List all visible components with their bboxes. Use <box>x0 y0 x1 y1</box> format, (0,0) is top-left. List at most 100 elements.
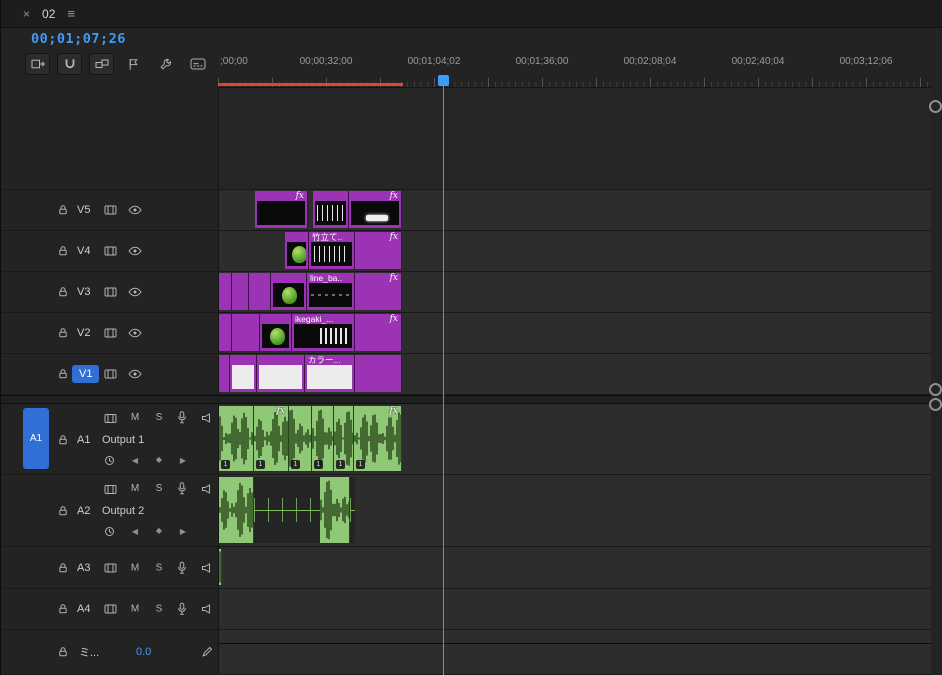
write-keyframes-pen-icon[interactable] <box>201 646 213 658</box>
sync-lock-icon[interactable] <box>104 562 117 573</box>
video-clip[interactable]: fx <box>355 232 402 269</box>
track-target-v4[interactable]: V4 <box>77 245 90 257</box>
video-clip[interactable]: fx <box>355 314 402 351</box>
track-lock-icon[interactable] <box>57 562 69 574</box>
linked-selection-button[interactable] <box>89 53 114 75</box>
show-keyframes-icon[interactable] <box>104 526 115 537</box>
scrollbar-handle-top[interactable] <box>929 100 942 113</box>
video-clip[interactable] <box>232 314 260 351</box>
toggle-track-output-icon[interactable] <box>128 369 142 379</box>
speaker-icon[interactable] <box>201 604 211 614</box>
video-clip[interactable]: 竹立て... <box>309 232 355 269</box>
next-keyframe-icon[interactable]: ▶ <box>176 456 190 465</box>
sync-lock-icon[interactable] <box>104 369 117 380</box>
track-lane-a2[interactable] <box>218 475 931 546</box>
next-keyframe-icon[interactable]: ▶ <box>176 527 190 536</box>
scrollbar-handle-video[interactable] <box>929 383 942 396</box>
sync-lock-icon[interactable] <box>104 413 117 424</box>
solo-button[interactable]: S <box>151 562 167 573</box>
video-clip[interactable] <box>219 273 232 310</box>
video-clip[interactable] <box>260 314 292 351</box>
speaker-icon[interactable] <box>201 484 211 494</box>
video-clip[interactable]: fx <box>355 273 402 310</box>
track-lock-icon[interactable] <box>57 245 69 257</box>
video-clip[interactable]: line_ba... <box>307 273 355 310</box>
sync-lock-icon[interactable] <box>104 328 117 339</box>
track-lock-icon[interactable] <box>57 646 69 658</box>
track-lock-icon[interactable] <box>57 204 69 216</box>
time-ruler[interactable]: ;00;00 00;00;32;00 00;01;04;02 00;01;36;00 0… <box>218 53 931 88</box>
video-clip[interactable] <box>232 273 249 310</box>
snap-button[interactable] <box>57 53 82 75</box>
insert-overwrite-button[interactable] <box>25 53 50 75</box>
output-assignment[interactable]: Output 2 <box>102 505 144 517</box>
audio-clip[interactable]: 1 <box>334 406 354 471</box>
video-clip[interactable] <box>313 191 349 228</box>
timeline-settings-button[interactable] <box>153 53 178 75</box>
source-patch-a1[interactable]: A1 <box>23 408 49 469</box>
mute-button[interactable]: M <box>127 412 143 423</box>
output-assignment[interactable]: Output 1 <box>102 434 144 446</box>
solo-button[interactable]: S <box>151 412 167 423</box>
audio-clip[interactable] <box>219 549 222 585</box>
toggle-track-output-icon[interactable] <box>128 328 142 338</box>
speaker-icon[interactable] <box>201 563 211 573</box>
video-clip[interactable] <box>285 232 309 269</box>
video-clip[interactable]: カラー... <box>305 355 355 392</box>
close-panel-icon[interactable]: × <box>23 7 30 21</box>
add-keyframe-icon[interactable]: ◆ <box>152 455 166 464</box>
playhead-timecode[interactable]: 00;01;07;26 <box>31 31 126 47</box>
track-lane-a4[interactable] <box>218 589 931 629</box>
voiceover-record-icon[interactable] <box>177 411 187 424</box>
sync-lock-icon[interactable] <box>104 205 117 216</box>
video-clip[interactable]: fx <box>255 191 308 228</box>
video-clip[interactable]: fx <box>349 191 402 228</box>
scrollbar-handle-audio[interactable] <box>929 398 942 411</box>
mute-button[interactable]: M <box>127 483 143 494</box>
toggle-track-output-icon[interactable] <box>128 246 142 256</box>
audio-clip[interactable] <box>219 477 254 543</box>
audio-clip[interactable]: 1 fx <box>354 406 402 471</box>
audio-clip[interactable]: 1 fx <box>254 406 289 471</box>
track-name-a4[interactable]: A4 <box>77 603 90 615</box>
track-target-v5[interactable]: V5 <box>77 204 90 216</box>
track-lane-v1[interactable]: カラー... <box>218 354 931 394</box>
video-audio-divider[interactable] <box>1 395 931 404</box>
video-clip[interactable] <box>271 273 307 310</box>
video-clip[interactable] <box>219 355 230 392</box>
prev-keyframe-icon[interactable]: ◀ <box>128 456 142 465</box>
video-clip[interactable] <box>230 355 257 392</box>
master-level-value[interactable]: 0.0 <box>136 646 151 658</box>
track-lane-v4[interactable]: 竹立て... fx <box>218 231 931 271</box>
empty-lane[interactable] <box>218 88 931 189</box>
solo-button[interactable]: S <box>151 483 167 494</box>
solo-button[interactable]: S <box>151 604 167 615</box>
master-lane[interactable] <box>218 630 931 674</box>
track-lock-icon[interactable] <box>57 603 69 615</box>
audio-clip[interactable]: 1 <box>219 406 254 471</box>
playhead[interactable] <box>438 75 449 675</box>
track-name-a2[interactable]: A2 <box>77 505 90 517</box>
panel-menu-icon[interactable]: ≡ <box>67 6 75 21</box>
audio-clip[interactable]: 1 <box>312 406 334 471</box>
sync-lock-icon[interactable] <box>104 246 117 257</box>
captions-button[interactable] <box>185 53 210 75</box>
voiceover-record-icon[interactable] <box>177 561 187 574</box>
track-lock-icon[interactable] <box>57 368 69 380</box>
video-clip[interactable]: ikegaki_... <box>292 314 355 351</box>
playhead-head[interactable] <box>438 75 449 86</box>
toggle-track-output-icon[interactable] <box>128 287 142 297</box>
audio-clip[interactable] <box>320 477 350 543</box>
track-lock-icon[interactable] <box>57 286 69 298</box>
mute-button[interactable]: M <box>127 562 143 573</box>
show-keyframes-icon[interactable] <box>104 455 115 466</box>
track-name-a3[interactable]: A3 <box>77 562 90 574</box>
track-lock-icon[interactable] <box>57 327 69 339</box>
volume-rubber-band[interactable] <box>219 643 931 644</box>
video-clip[interactable] <box>249 273 271 310</box>
track-target-v2[interactable]: V2 <box>77 327 90 339</box>
audio-clip[interactable] <box>254 477 320 543</box>
track-lane-a1[interactable]: 1 1 fx 1 1 1 1 fx <box>218 404 931 474</box>
sync-lock-icon[interactable] <box>104 484 117 495</box>
audio-clip[interactable]: 1 <box>289 406 312 471</box>
